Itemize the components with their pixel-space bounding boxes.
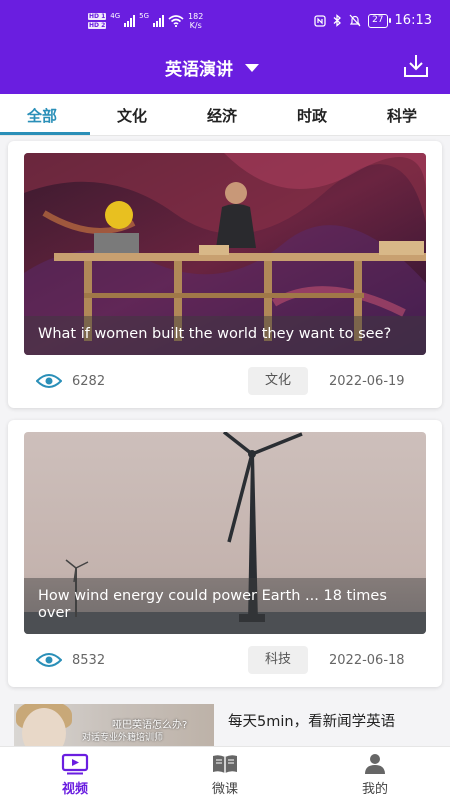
page-title: 英语演讲 [165,60,233,80]
signal-icon [124,15,136,27]
promo-image-text-2: 对话专业外籍培训师 [82,733,164,743]
top-app-bar: HD 1 HD 2 4G 5G 182 K/s 27 16:13 英语演讲 [0,0,450,94]
network-1-label: 4G [110,12,121,20]
video-icon [61,753,89,775]
video-thumbnail[interactable]: How wind energy could power Earth ... 18… [24,432,426,634]
video-card[interactable]: How wind energy could power Earth ... 18… [8,420,442,687]
video-thumbnail[interactable]: What if women built the world they want … [24,153,426,355]
tab-science[interactable]: 科学 [387,105,417,126]
video-title: How wind energy could power Earth ... 18… [24,578,426,634]
promo-banner[interactable]: 哑巴英语怎么办? 对话专业外籍培训师 每天5min，看新闻学英语 [14,704,444,746]
hd-badge-1: HD 1 [88,13,107,20]
tab-culture[interactable]: 文化 [117,105,147,126]
view-count: 8532 [72,653,106,668]
tab-politics[interactable]: 时政 [297,105,327,126]
tab-all[interactable]: 全部 [27,105,57,126]
network-2-label: 5G [139,12,150,20]
title-row: 英语演讲 [0,52,450,84]
category-tag[interactable]: 文化 [248,367,308,395]
hd-badges: HD 1 HD 2 [88,12,107,30]
battery-level: 27 [372,14,384,25]
status-left: HD 1 HD 2 4G 5G 182 K/s [88,12,203,30]
category-selector[interactable]: 英语演讲 [165,55,259,80]
video-title: What if women built the world they want … [24,316,426,355]
nav-me[interactable]: 我的 [340,753,410,797]
nav-course-label: 微课 [211,782,238,797]
tab-indicator [0,132,90,135]
eye-icon [36,374,62,388]
nav-video-label: 视频 [61,782,88,797]
nav-course[interactable]: 微课 [190,753,260,797]
video-meta: 6282 文化 2022-06-19 [24,367,426,397]
status-right: 27 16:13 [314,13,432,28]
nav-video[interactable]: 视频 [40,753,110,797]
video-card[interactable]: What if women built the world they want … [8,141,442,408]
bluetooth-icon [333,14,342,27]
person-icon [365,754,385,774]
signal-icon-2 [153,15,165,27]
book-icon [213,755,237,773]
tab-economy[interactable]: 经济 [207,105,237,126]
publish-date: 2022-06-19 [329,374,405,389]
hd-badge-2: HD 2 [88,22,107,29]
mute-bell-icon [349,14,361,27]
bottom-nav: 视频 微课 我的 [0,746,450,800]
publish-date: 2022-06-18 [329,653,405,668]
speed-unit: K/s [189,21,202,30]
promo-image-text-1: 哑巴英语怎么办? [112,720,188,731]
category-tabs: 全部 文化 经济 时政 科学 [0,94,450,136]
nav-me-label: 我的 [361,782,388,797]
video-meta: 8532 科技 2022-06-18 [24,646,426,676]
battery-icon: 27 [368,13,392,28]
category-tag[interactable]: 科技 [248,646,308,674]
download-icon[interactable] [402,52,430,80]
view-count: 6282 [72,374,106,389]
dropdown-caret-icon [245,63,259,72]
promo-image: 哑巴英语怎么办? 对话专业外籍培训师 [14,704,214,746]
nfc-icon [314,14,326,27]
eye-icon [36,653,62,667]
status-time: 16:13 [394,13,432,28]
network-speed: 182 K/s [188,12,203,30]
status-bar: HD 1 HD 2 4G 5G 182 K/s 27 16:13 [0,0,450,44]
promo-text: 每天5min，看新闻学英语 [228,714,396,730]
speed-value: 182 [188,12,204,21]
wifi-icon [168,15,184,27]
